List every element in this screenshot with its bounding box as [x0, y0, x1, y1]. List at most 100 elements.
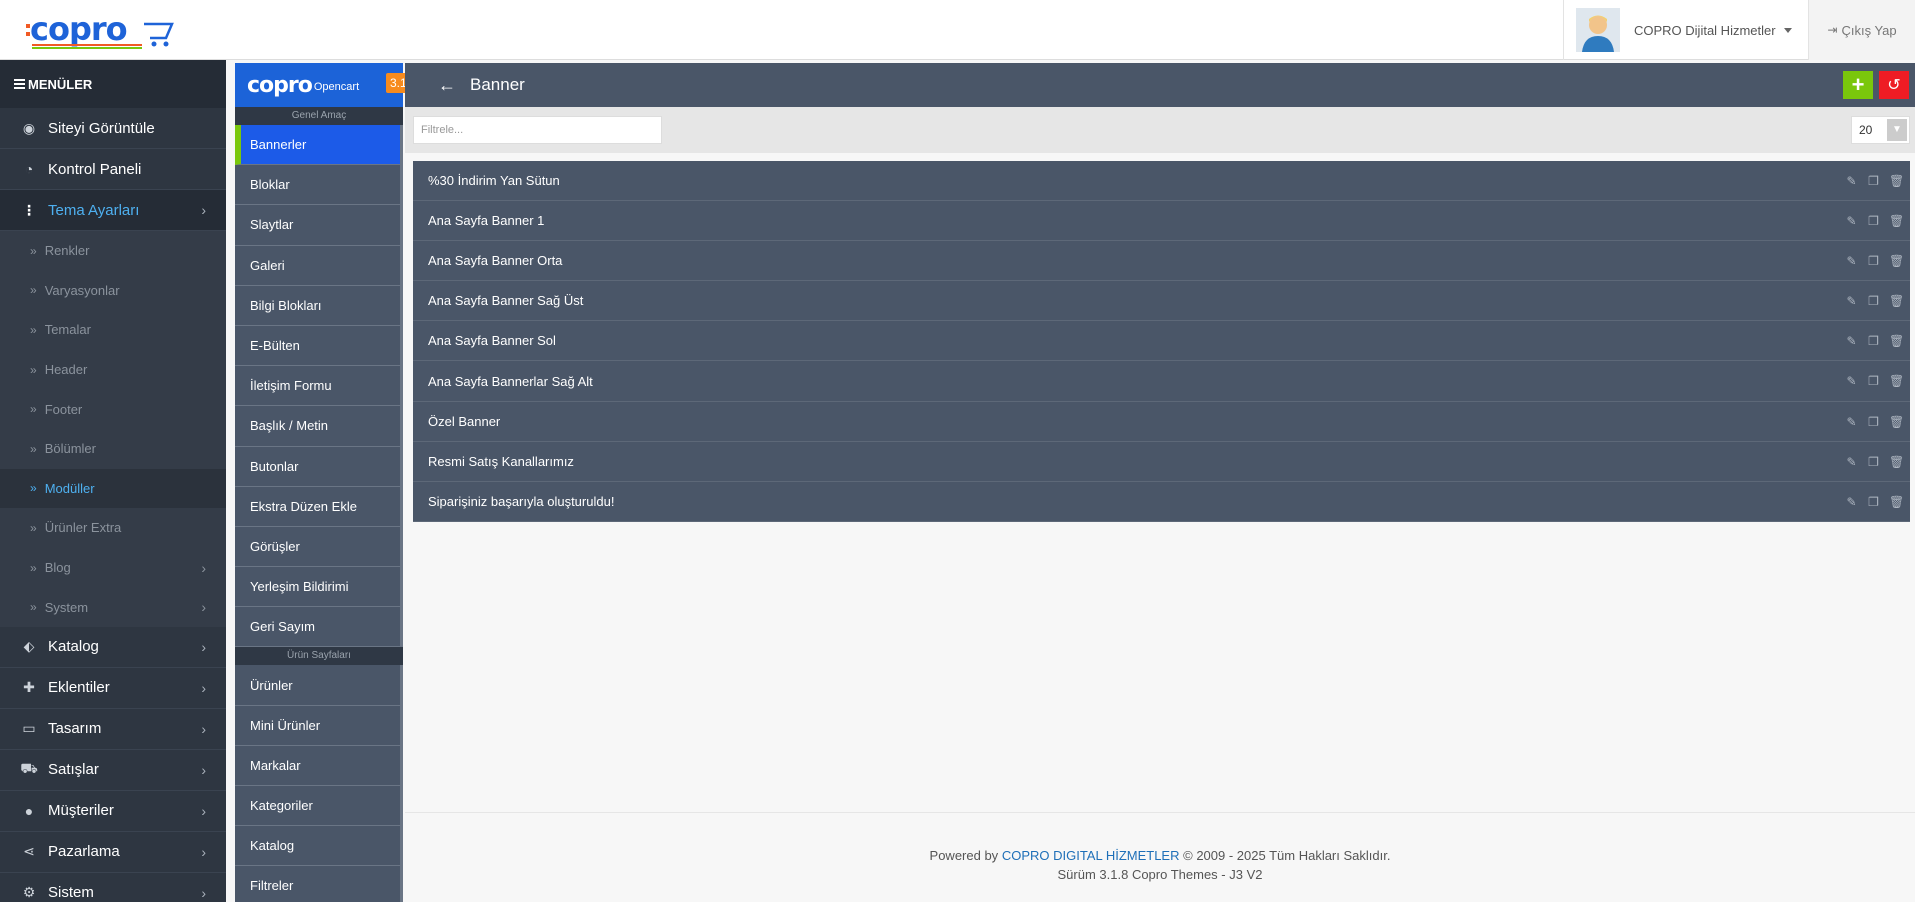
module-item[interactable]: Görüşler	[235, 526, 403, 568]
table-row[interactable]: Özel Banner ✎ ❐ 🗑	[413, 401, 1910, 442]
trash-icon[interactable]: 🗑	[1889, 334, 1904, 348]
dashboard-icon: ◔	[24, 161, 34, 177]
sidebar-item-dashboard[interactable]: ◔ Kontrol Paneli	[0, 149, 226, 190]
table-row[interactable]: %30 İndirim Yan Sütun ✎ ❐ 🗑	[413, 161, 1910, 202]
trash-icon[interactable]: 🗑	[1889, 174, 1904, 188]
module-item[interactable]: Yerleşim Bildirimi	[235, 567, 403, 608]
copy-icon[interactable]: ❐	[1867, 455, 1880, 469]
subitem-header[interactable]: » Header	[0, 349, 226, 390]
subitem-system[interactable]: » System ›	[0, 587, 226, 627]
subitem-footer[interactable]: » Footer	[0, 389, 226, 429]
copy-icon[interactable]: ❐	[1867, 495, 1880, 509]
trash-icon[interactable]: 🗑	[1889, 455, 1904, 469]
table-row[interactable]: Ana Sayfa Banner Orta ✎ ❐ 🗑	[413, 241, 1910, 282]
copy-icon[interactable]: ❐	[1867, 294, 1880, 308]
arrow-left-icon[interactable]: ←	[438, 75, 456, 96]
row-actions: ✎ ❐ 🗑	[1845, 442, 1904, 482]
per-page-select[interactable]: 20 ▼	[1851, 116, 1910, 144]
footer-company-link[interactable]: COPRO DIGITAL HİZMETLER	[1002, 848, 1180, 863]
sidebar-item-label: Müşteriler	[48, 802, 114, 820]
pencil-icon[interactable]: ✎	[1845, 415, 1858, 429]
pencil-icon[interactable]: ✎	[1845, 374, 1858, 388]
pencil-icon[interactable]: ✎	[1845, 455, 1858, 469]
table-row[interactable]: Ana Sayfa Banner Sağ Üst ✎ ❐ 🗑	[413, 281, 1910, 322]
row-actions: ✎ ❐ 🗑	[1845, 161, 1904, 201]
logout-button[interactable]: ⇥ Çıkış Yap	[1808, 0, 1915, 60]
row-title: Ana Sayfa Banner 1	[428, 213, 545, 229]
module-item[interactable]: Ürünler	[235, 665, 403, 706]
module-item[interactable]: E-Bülten	[235, 325, 403, 367]
sidebar-item-sales[interactable]: ⛟ Satışlar ›	[0, 750, 226, 791]
table-row[interactable]: Siparişiniz başarıyla oluşturuldu! ✎ ❐ 🗑	[413, 481, 1910, 522]
module-item[interactable]: Katalog	[235, 826, 403, 867]
sidebar-item-customers[interactable]: ● Müşteriler ›	[0, 791, 226, 832]
sidebar-item-catalog[interactable]: ⬖ Katalog ›	[0, 627, 226, 668]
copy-icon[interactable]: ❐	[1867, 374, 1880, 388]
sidebar-item-view-site[interactable]: ◉ Siteyi Görüntüle	[0, 108, 226, 149]
pencil-icon[interactable]: ✎	[1845, 174, 1858, 188]
pencil-icon[interactable]: ✎	[1845, 294, 1858, 308]
trash-icon[interactable]: 🗑	[1889, 214, 1904, 228]
double-chevron-icon: »	[30, 322, 37, 337]
row-actions: ✎ ❐ 🗑	[1845, 402, 1904, 442]
history-button[interactable]: ↺	[1879, 71, 1909, 99]
subitem-products-extra[interactable]: » Ürünler Extra	[0, 508, 226, 548]
module-item[interactable]: Galeri	[235, 245, 403, 286]
table-row[interactable]: Ana Sayfa Banner Sol ✎ ❐ 🗑	[413, 321, 1910, 362]
module-item[interactable]: Ekstra Düzen Ekle	[235, 486, 403, 527]
subitem-themes[interactable]: » Temalar	[0, 310, 226, 350]
subitem-blog[interactable]: » Blog ›	[0, 547, 226, 588]
trash-icon[interactable]: 🗑	[1889, 294, 1904, 308]
pencil-icon[interactable]: ✎	[1845, 254, 1858, 268]
double-chevron-icon: »	[30, 243, 37, 258]
module-item[interactable]: Başlık / Metin	[235, 406, 403, 447]
sidebar-item-label: Sistem	[48, 884, 94, 902]
sidebar-item-theme-settings[interactable]: ⋮ Tema Ayarları ›	[0, 190, 226, 231]
copro-logo[interactable]: copro	[26, 10, 216, 52]
pencil-icon[interactable]: ✎	[1845, 495, 1858, 509]
module-item[interactable]: İletişim Formu	[235, 366, 403, 407]
trash-icon[interactable]: 🗑	[1889, 415, 1904, 429]
copy-icon[interactable]: ❐	[1867, 174, 1880, 188]
sidebar-item-extensions[interactable]: ✚ Eklentiler ›	[0, 668, 226, 709]
module-item[interactable]: Slaytlar	[235, 205, 403, 246]
subitem-label: Renkler	[44, 243, 90, 259]
add-button[interactable]: +	[1843, 71, 1873, 99]
double-chevron-icon: »	[30, 362, 37, 377]
table-row[interactable]: Ana Sayfa Banner 1 ✎ ❐ 🗑	[413, 201, 1910, 242]
trash-icon[interactable]: 🗑	[1889, 254, 1904, 268]
table-row[interactable]: Ana Sayfa Bannerlar Sağ Alt ✎ ❐ 🗑	[413, 361, 1910, 402]
double-chevron-icon: »	[30, 481, 37, 496]
history-icon: ↺	[1887, 77, 1901, 94]
copy-icon[interactable]: ❐	[1867, 254, 1880, 268]
module-item[interactable]: Bannerler	[235, 125, 403, 166]
module-item[interactable]: Bilgi Blokları	[235, 285, 403, 326]
copy-icon[interactable]: ❐	[1867, 334, 1880, 348]
subitem-colors[interactable]: » Renkler	[0, 231, 226, 271]
subitem-variations[interactable]: » Varyasyonlar	[0, 270, 226, 311]
module-item[interactable]: Markalar	[235, 745, 403, 786]
table-row[interactable]: Resmi Satış Kanallarımız ✎ ❐ 🗑	[413, 441, 1910, 482]
filter-input[interactable]: Filtrele...	[413, 116, 662, 144]
sidebar-item-design[interactable]: ▭ Tasarım ›	[0, 709, 226, 750]
user-menu[interactable]: COPRO Dijital Hizmetler	[1563, 0, 1808, 60]
per-page-value: 20	[1859, 123, 1873, 137]
pencil-icon[interactable]: ✎	[1845, 334, 1858, 348]
pencil-icon[interactable]: ✎	[1845, 214, 1858, 228]
module-item[interactable]: Bloklar	[235, 165, 403, 206]
sidebar-item-marketing[interactable]: ⋖ Pazarlama ›	[0, 832, 226, 873]
module-item[interactable]: Geri Sayım	[235, 607, 403, 648]
chevron-right-icon: ›	[201, 802, 206, 819]
trash-icon[interactable]: 🗑	[1889, 374, 1904, 388]
subitem-sections[interactable]: » Bölümler	[0, 428, 226, 469]
module-item[interactable]: Butonlar	[235, 446, 403, 487]
module-item[interactable]: Kategoriler	[235, 786, 403, 827]
subitem-modules[interactable]: » Modüller	[0, 468, 226, 509]
module-item[interactable]: Mini Ürünler	[235, 705, 403, 746]
sidebar-item-system[interactable]: ⚙ Sistem ›	[0, 873, 226, 902]
copy-icon[interactable]: ❐	[1867, 415, 1880, 429]
copy-icon[interactable]: ❐	[1867, 214, 1880, 228]
sidebar-header[interactable]: MENÜLER	[0, 60, 226, 108]
module-item[interactable]: Filtreler	[235, 866, 403, 902]
trash-icon[interactable]: 🗑	[1889, 495, 1904, 509]
